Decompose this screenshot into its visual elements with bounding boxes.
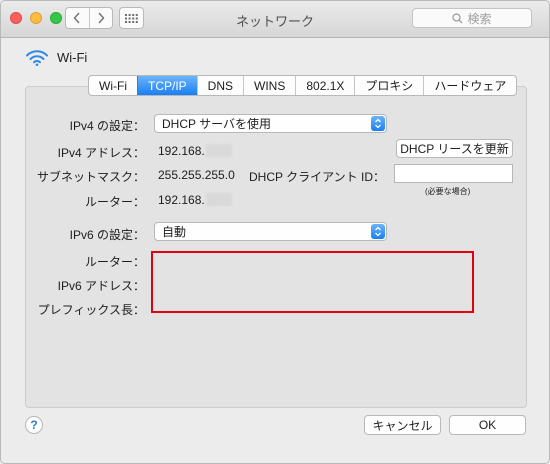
ipv4-address-value: 192.168.	[158, 144, 205, 158]
subnet-mask-label: サブネットマスク：	[36, 170, 145, 184]
tab-dns[interactable]: DNS	[196, 76, 243, 95]
tab-8021x[interactable]: 802.1X	[295, 76, 354, 95]
interface-header: Wi-Fi	[25, 49, 87, 66]
search-field[interactable]: 検索	[412, 8, 532, 28]
tab-hardware[interactable]: ハードウェア	[423, 76, 516, 95]
ipv6-configure-select[interactable]: 自動	[154, 222, 387, 241]
ipv4-router: 192.168.	[158, 193, 232, 207]
popup-arrows-icon	[371, 224, 385, 239]
ok-button[interactable]: OK	[449, 415, 526, 435]
tab-wins[interactable]: WINS	[243, 76, 295, 95]
settings-panel	[25, 86, 527, 408]
ipv4-router-label: ルーター：	[84, 195, 145, 209]
help-button[interactable]: ?	[25, 416, 43, 434]
tab-tcpip[interactable]: TCP/IP	[136, 76, 197, 95]
ipv6-configure-label: IPv6 の設定：	[69, 228, 145, 242]
magnifier-icon	[452, 12, 463, 23]
prefix-length-label: プレフィックス長：	[37, 303, 145, 317]
highlight-box	[151, 251, 474, 313]
ipv4-address: 192.168.	[158, 144, 232, 158]
client-id-note: (必要な場合)	[425, 187, 471, 196]
ipv6-configure-value: 自動	[162, 225, 187, 239]
ipv6-address-label: IPv6 アドレス：	[57, 279, 145, 293]
redacted-block	[205, 144, 232, 157]
titlebar: ネットワーク 検索	[1, 1, 549, 38]
redacted-block	[205, 193, 232, 206]
tab-wifi[interactable]: Wi-Fi	[89, 76, 137, 95]
interface-name: Wi-Fi	[57, 50, 88, 65]
ipv4-router-value: 192.168.	[158, 193, 205, 207]
ipv4-configure-select[interactable]: DHCP サーバを使用	[154, 114, 387, 133]
renew-dhcp-lease-button[interactable]: DHCP リースを更新	[396, 139, 513, 158]
cancel-button[interactable]: キャンセル	[364, 415, 441, 435]
ipv6-router-label: ルーター：	[84, 255, 145, 269]
dhcp-client-id-label: DHCP クライアント ID：	[249, 170, 385, 184]
ipv4-configure-value: DHCP サーバを使用	[162, 117, 271, 131]
network-preferences-window: ネットワーク 検索 Wi-Fi Wi-Fi TCP/IP DNS WINS 80…	[0, 0, 550, 464]
ipv4-configure-label: IPv4 の設定：	[69, 119, 145, 133]
subnet-mask-value: 255.255.255.0	[158, 168, 235, 182]
ipv4-address-label: IPv4 アドレス：	[57, 146, 145, 160]
dhcp-client-id-field[interactable]	[394, 164, 513, 183]
tab-proxies[interactable]: プロキシ	[354, 76, 423, 95]
wifi-icon	[26, 50, 48, 66]
popup-arrows-icon	[371, 116, 385, 131]
search-placeholder: 検索	[467, 11, 492, 26]
tab-bar: Wi-Fi TCP/IP DNS WINS 802.1X プロキシ ハードウェア	[88, 75, 518, 96]
